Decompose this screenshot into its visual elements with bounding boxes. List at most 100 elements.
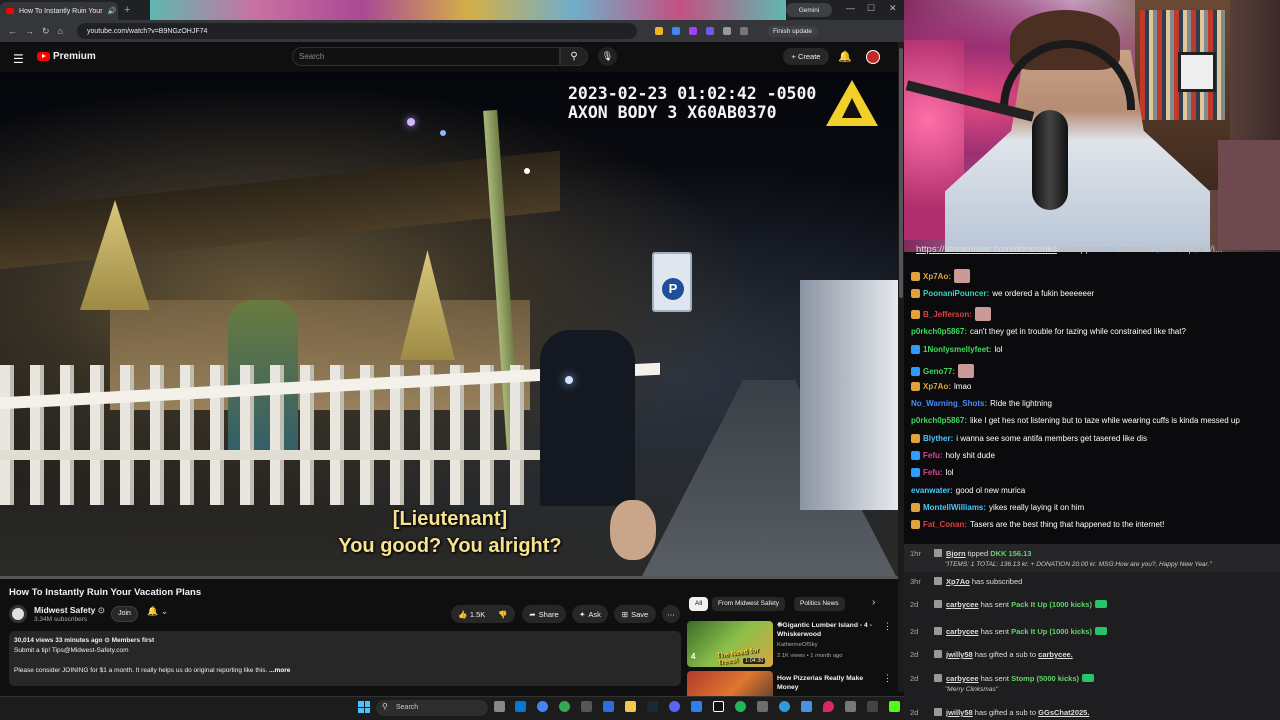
event-username[interactable]: jwilly58 — [946, 708, 973, 717]
app-icon[interactable] — [581, 701, 592, 712]
channel-name[interactable]: Midwest Safety ⊙ — [34, 605, 105, 616]
extension-icon[interactable] — [654, 27, 663, 35]
edge-browser-icon[interactable] — [515, 701, 526, 712]
task-view-icon[interactable] — [494, 701, 505, 712]
back-icon[interactable]: ← — [8, 26, 17, 36]
voice-search-button[interactable]: 🎙 — [598, 47, 617, 66]
extension-icon[interactable] — [671, 27, 680, 35]
sparkle-icon: ✦ — [579, 609, 586, 619]
recommended-video[interactable]: The Need for Trees! 4 1:04:30 ⛯Gigantic … — [687, 621, 897, 667]
app-icon[interactable] — [757, 701, 768, 712]
chrome-icon[interactable] — [537, 701, 548, 712]
chat-badge-icon — [911, 451, 920, 460]
steam-icon[interactable] — [647, 701, 658, 712]
event-username[interactable]: Bjorn — [946, 549, 966, 558]
forward-icon[interactable]: → — [25, 26, 34, 36]
event-username[interactable]: Xp7Ao — [946, 577, 970, 586]
chat-username[interactable]: Blyther: — [923, 434, 953, 443]
share-button[interactable]: ➦ Share — [522, 605, 566, 623]
chat-username[interactable]: Fefu: — [923, 468, 943, 477]
chat-username[interactable]: Xp7Ao: — [923, 382, 951, 391]
scrollbar-thumb[interactable] — [899, 48, 903, 298]
recommended-video[interactable]: How Pizzerias Really Make Money ⋮ — [687, 671, 897, 696]
event-username[interactable]: carbycee — [946, 627, 979, 636]
minimize-icon[interactable]: — — [846, 3, 855, 13]
dislike-button[interactable]: 👎 — [498, 610, 507, 619]
chat-username[interactable]: PoonaniPouncer: — [923, 289, 989, 298]
chrome-profile-icon[interactable] — [559, 701, 570, 712]
search-input[interactable]: Search — [292, 47, 560, 66]
chat-username[interactable]: Fefu: — [923, 451, 943, 460]
chat-username[interactable]: p0rkch0p5867: — [911, 416, 967, 425]
account-avatar[interactable] — [866, 50, 880, 64]
notifications-bell-icon[interactable]: 🔔 — [838, 50, 852, 63]
maps-pin-icon[interactable] — [823, 701, 834, 712]
app-icon[interactable] — [603, 701, 614, 712]
taskbar-search[interactable]: Search — [376, 700, 488, 716]
like-button[interactable]: 👍 1.5K — [458, 610, 485, 619]
video-player[interactable]: P — [0, 72, 898, 578]
chat-username[interactable]: p0rkch0p5867: — [911, 327, 967, 336]
chat-username[interactable]: Fat_Conan: — [923, 520, 967, 529]
app-icon[interactable] — [845, 701, 856, 712]
windows-start-icon[interactable] — [358, 701, 370, 713]
event-username[interactable]: jwilly58 — [946, 650, 973, 659]
extension-icon[interactable] — [688, 27, 697, 35]
spotify-icon[interactable] — [735, 701, 746, 712]
profile-icon[interactable] — [739, 27, 748, 35]
home-icon[interactable]: ⌂ — [58, 26, 63, 36]
hamburger-menu-icon[interactable]: ☰ — [13, 52, 24, 66]
save-button[interactable]: ⊞ Save — [614, 605, 656, 623]
new-tab-icon[interactable]: + — [124, 4, 130, 16]
event-username[interactable]: carbycee — [946, 674, 979, 683]
kick-icon[interactable] — [889, 701, 900, 712]
chat-username[interactable]: evanwater: — [911, 486, 953, 495]
obs-icon[interactable] — [713, 701, 724, 712]
extensions-puzzle-icon[interactable] — [722, 27, 731, 35]
more-options-icon[interactable]: ⋮ — [883, 621, 892, 632]
discord-icon[interactable] — [669, 701, 680, 712]
browser-tab[interactable]: How To Instantly Ruin Your 🔊 ✕ — [0, 2, 118, 20]
event-username[interactable]: carbycee — [946, 600, 979, 609]
url-field[interactable]: youtube.com/watch?v=B9NGzOHJF74 — [76, 23, 637, 39]
maximize-icon[interactable]: ☐ — [867, 3, 875, 14]
reload-icon[interactable]: ↻ — [42, 26, 50, 37]
gemini-button[interactable]: Gemini — [786, 3, 832, 17]
file-explorer-icon[interactable] — [625, 701, 636, 712]
chip-all[interactable]: All — [689, 597, 709, 611]
search-button[interactable]: ⚲ — [560, 47, 588, 66]
video-description[interactable]: 30,014 views 33 minutes ago ⊙ Members fi… — [9, 631, 681, 686]
video-progress-bar[interactable] — [0, 576, 898, 579]
event-message: "ITEMS: 1 TOTAL: 136.13 kr. + DONATION 2… — [945, 561, 1212, 568]
create-button[interactable]: + Create — [783, 48, 829, 65]
more-options-icon[interactable]: ⋮ — [883, 673, 892, 684]
chip-politics-news[interactable]: Politics News — [794, 597, 845, 611]
app-icon[interactable] — [867, 701, 878, 712]
subscription-bell-button[interactable]: 🔔 ⌄ — [147, 606, 168, 617]
chat-username[interactable]: MontellWilliams: — [923, 503, 986, 512]
youtube-logo[interactable]: Premium — [37, 51, 96, 62]
chat-message: Fefu: lol — [911, 468, 954, 477]
app-icon[interactable] — [801, 701, 812, 712]
close-window-icon[interactable]: ✕ — [889, 3, 897, 14]
more-actions-button[interactable]: ⋯ — [662, 605, 680, 623]
chat-username[interactable]: Xp7Ao: — [923, 272, 951, 281]
event-action: has gifted a sub to — [972, 708, 1039, 717]
donation-link[interactable]: https://streamlabs.com/donecinks — [916, 244, 1057, 255]
event-target-user[interactable]: carbycee. — [1038, 650, 1073, 659]
chip-from-channel[interactable]: From Midwest Safety — [712, 597, 786, 611]
app-icon[interactable] — [691, 701, 702, 712]
ask-button[interactable]: ✦ Ask — [572, 605, 608, 623]
chat-username[interactable]: Geno77: — [923, 367, 955, 376]
finish-update-button[interactable]: Finish update — [766, 25, 819, 37]
show-more-link[interactable]: ...more — [269, 667, 290, 674]
channel-avatar[interactable] — [9, 605, 27, 623]
event-target-user[interactable]: GGsChat2025. — [1038, 708, 1089, 717]
join-button[interactable]: Join — [111, 606, 138, 622]
chat-username[interactable]: 1Nonlysmellyfeet: — [923, 345, 991, 354]
chat-username[interactable]: B_Jefferson: — [923, 310, 972, 319]
app-icon[interactable] — [779, 701, 790, 712]
extension-icon[interactable] — [705, 27, 714, 35]
chat-username[interactable]: No_Warning_Shots: — [911, 399, 987, 408]
chevron-right-icon[interactable]: › — [872, 597, 875, 608]
